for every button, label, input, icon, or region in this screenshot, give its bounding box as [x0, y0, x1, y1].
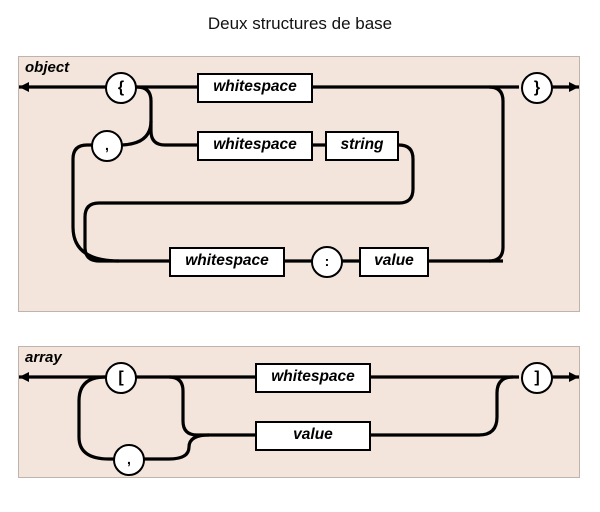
whitespace-box-2: whitespace — [197, 131, 313, 161]
open-bracket-terminal: [ — [105, 362, 137, 394]
comma-terminal-2: , — [113, 444, 145, 476]
close-bracket-terminal: ] — [521, 362, 553, 394]
close-brace-terminal: } — [521, 72, 553, 104]
open-brace-terminal: { — [105, 72, 137, 104]
page-title: Deux structures de base — [0, 0, 600, 34]
colon-terminal: : — [311, 246, 343, 278]
array-diagram: array [ ] , whitespace value — [18, 346, 580, 478]
value-box: value — [359, 247, 429, 277]
value-box-2: value — [255, 421, 371, 451]
object-diagram: object { } — [18, 56, 580, 312]
whitespace-box-3: whitespace — [169, 247, 285, 277]
string-box: string — [325, 131, 399, 161]
whitespace-box-1: whitespace — [197, 73, 313, 103]
comma-terminal: , — [91, 130, 123, 162]
whitespace-box: whitespace — [255, 363, 371, 393]
